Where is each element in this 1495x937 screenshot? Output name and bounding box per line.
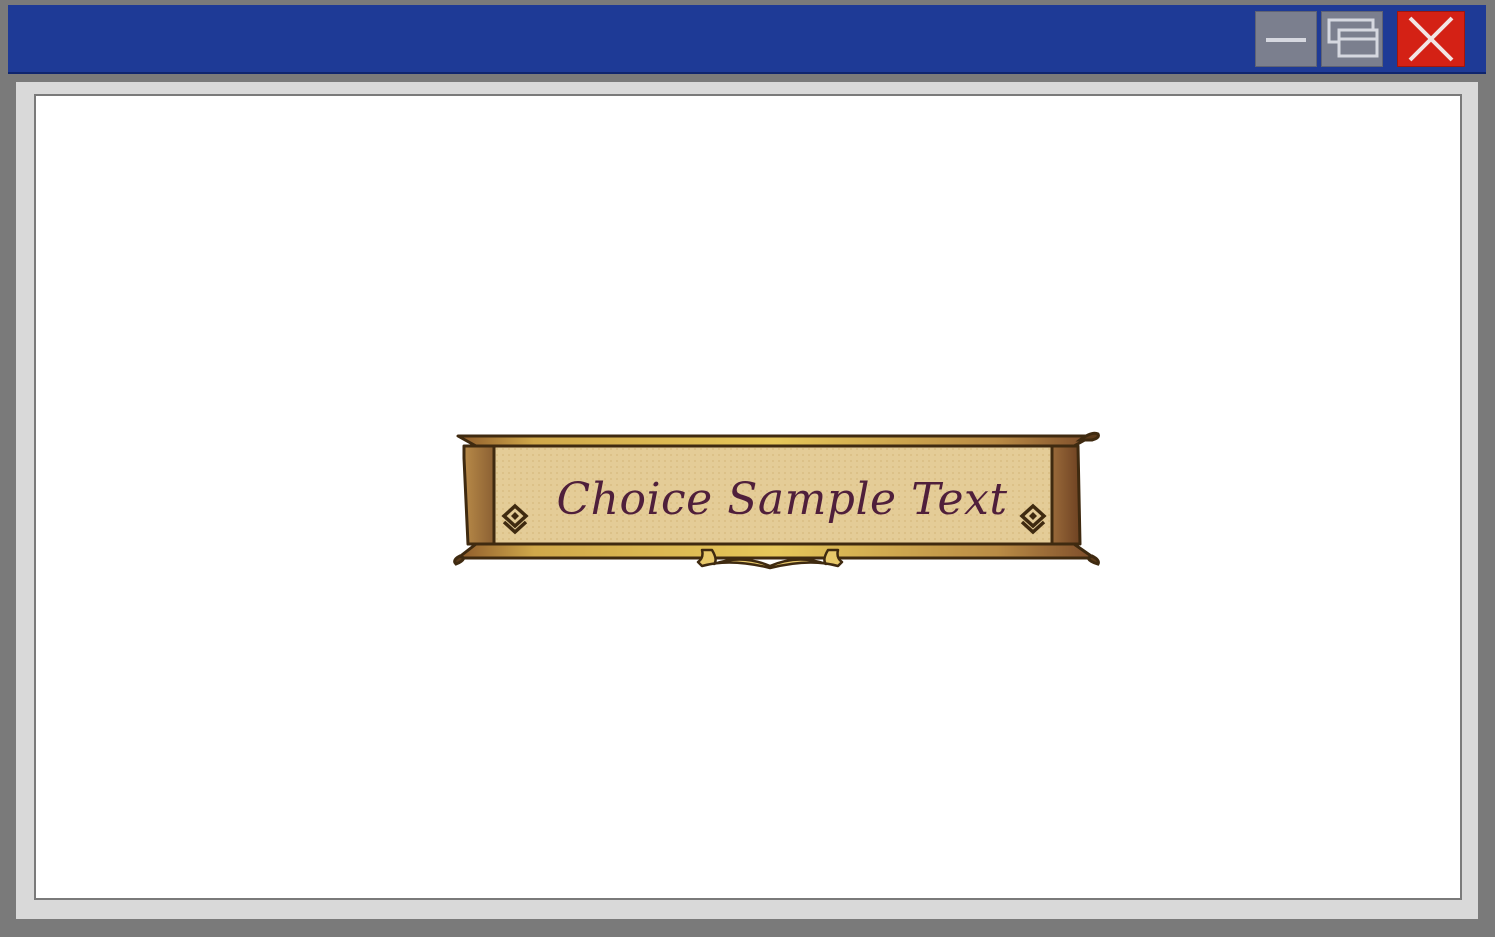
- choice-button[interactable]: Choice Sample Text: [452, 428, 1102, 570]
- close-button[interactable]: [1397, 11, 1465, 67]
- restore-icon: [1327, 18, 1379, 58]
- title-bar[interactable]: [8, 5, 1486, 74]
- choice-label: Choice Sample Text: [556, 474, 1008, 525]
- close-icon: [1408, 16, 1454, 62]
- game-window: Choice Sample Text: [0, 0, 1495, 937]
- minimize-icon: [1266, 38, 1306, 42]
- minimize-button[interactable]: [1255, 11, 1317, 67]
- maximize-button[interactable]: [1321, 11, 1383, 67]
